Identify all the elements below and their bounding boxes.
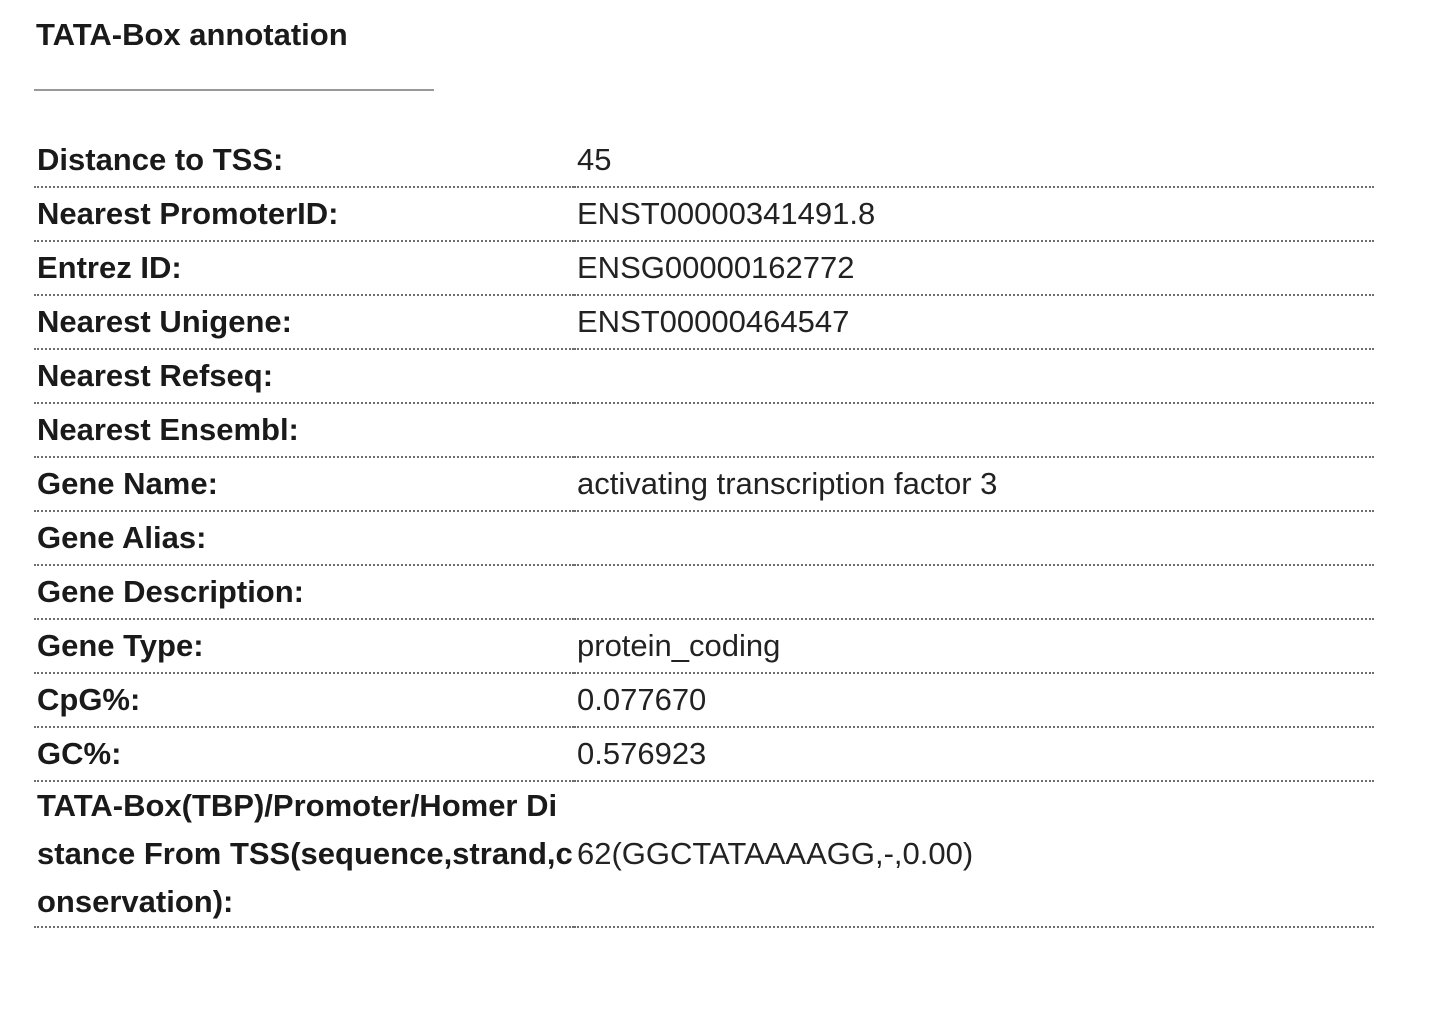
row-label: Gene Alias: bbox=[34, 511, 574, 566]
table-row-nearest-ensembl: Nearest Ensembl: bbox=[34, 403, 1374, 458]
row-label: Nearest Ensembl: bbox=[34, 403, 574, 458]
row-label: CpG%: bbox=[34, 673, 574, 728]
row-label: Nearest Unigene: bbox=[34, 295, 574, 350]
tata-box-annotation-panel: TATA-Box annotation Distance to TSS: 45 … bbox=[34, 0, 1374, 928]
row-value: protein_coding bbox=[574, 619, 1374, 674]
row-label: TATA-Box(TBP)/Promoter/Homer Distance Fr… bbox=[34, 781, 574, 928]
row-value bbox=[574, 511, 1374, 566]
table-row-gene-description: Gene Description: bbox=[34, 565, 1374, 620]
table-row-cpg-percent: CpG%: 0.077670 bbox=[34, 673, 1374, 728]
row-value: 0.077670 bbox=[574, 673, 1374, 728]
row-label: GC%: bbox=[34, 727, 574, 782]
annotation-table: Distance to TSS: 45 Nearest PromoterID: … bbox=[34, 134, 1374, 928]
row-label: Gene Type: bbox=[34, 619, 574, 674]
table-row-gene-alias: Gene Alias: bbox=[34, 511, 1374, 566]
row-label: Gene Name: bbox=[34, 457, 574, 512]
row-value bbox=[574, 565, 1374, 620]
panel-title: TATA-Box annotation bbox=[36, 17, 348, 52]
table-row-nearest-refseq: Nearest Refseq: bbox=[34, 349, 1374, 404]
row-value: ENST00000341491.8 bbox=[574, 187, 1374, 242]
row-label: Nearest PromoterID: bbox=[34, 187, 574, 242]
table-row-gene-type: Gene Type: protein_coding bbox=[34, 619, 1374, 674]
row-value bbox=[574, 349, 1374, 404]
table-row-entrez-id: Entrez ID: ENSG00000162772 bbox=[34, 241, 1374, 296]
row-value: ENSG00000162772 bbox=[574, 241, 1374, 296]
row-value: ENST00000464547 bbox=[574, 295, 1374, 350]
table-row-distance-to-tss: Distance to TSS: 45 bbox=[34, 134, 1374, 188]
table-row-gc-percent: GC%: 0.576923 bbox=[34, 727, 1374, 782]
row-value bbox=[574, 403, 1374, 458]
row-value: 0.576923 bbox=[574, 727, 1374, 782]
row-label: Nearest Refseq: bbox=[34, 349, 574, 404]
table-row-gene-name: Gene Name: activating transcription fact… bbox=[34, 457, 1374, 512]
row-label: Distance to TSS: bbox=[34, 134, 574, 188]
row-value: activating transcription factor 3 bbox=[574, 457, 1374, 512]
table-row-tata-box-distance: TATA-Box(TBP)/Promoter/Homer Distance Fr… bbox=[34, 781, 1374, 928]
table-row-nearest-unigene: Nearest Unigene: ENST00000464547 bbox=[34, 295, 1374, 350]
title-divider bbox=[34, 89, 434, 91]
row-value: 45 bbox=[574, 134, 1374, 188]
row-value: 62(GGCTATAAAAGG,-,0.00) bbox=[574, 781, 1374, 928]
row-label: Gene Description: bbox=[34, 565, 574, 620]
row-label: Entrez ID: bbox=[34, 241, 574, 296]
table-row-nearest-promoter-id: Nearest PromoterID: ENST00000341491.8 bbox=[34, 187, 1374, 242]
